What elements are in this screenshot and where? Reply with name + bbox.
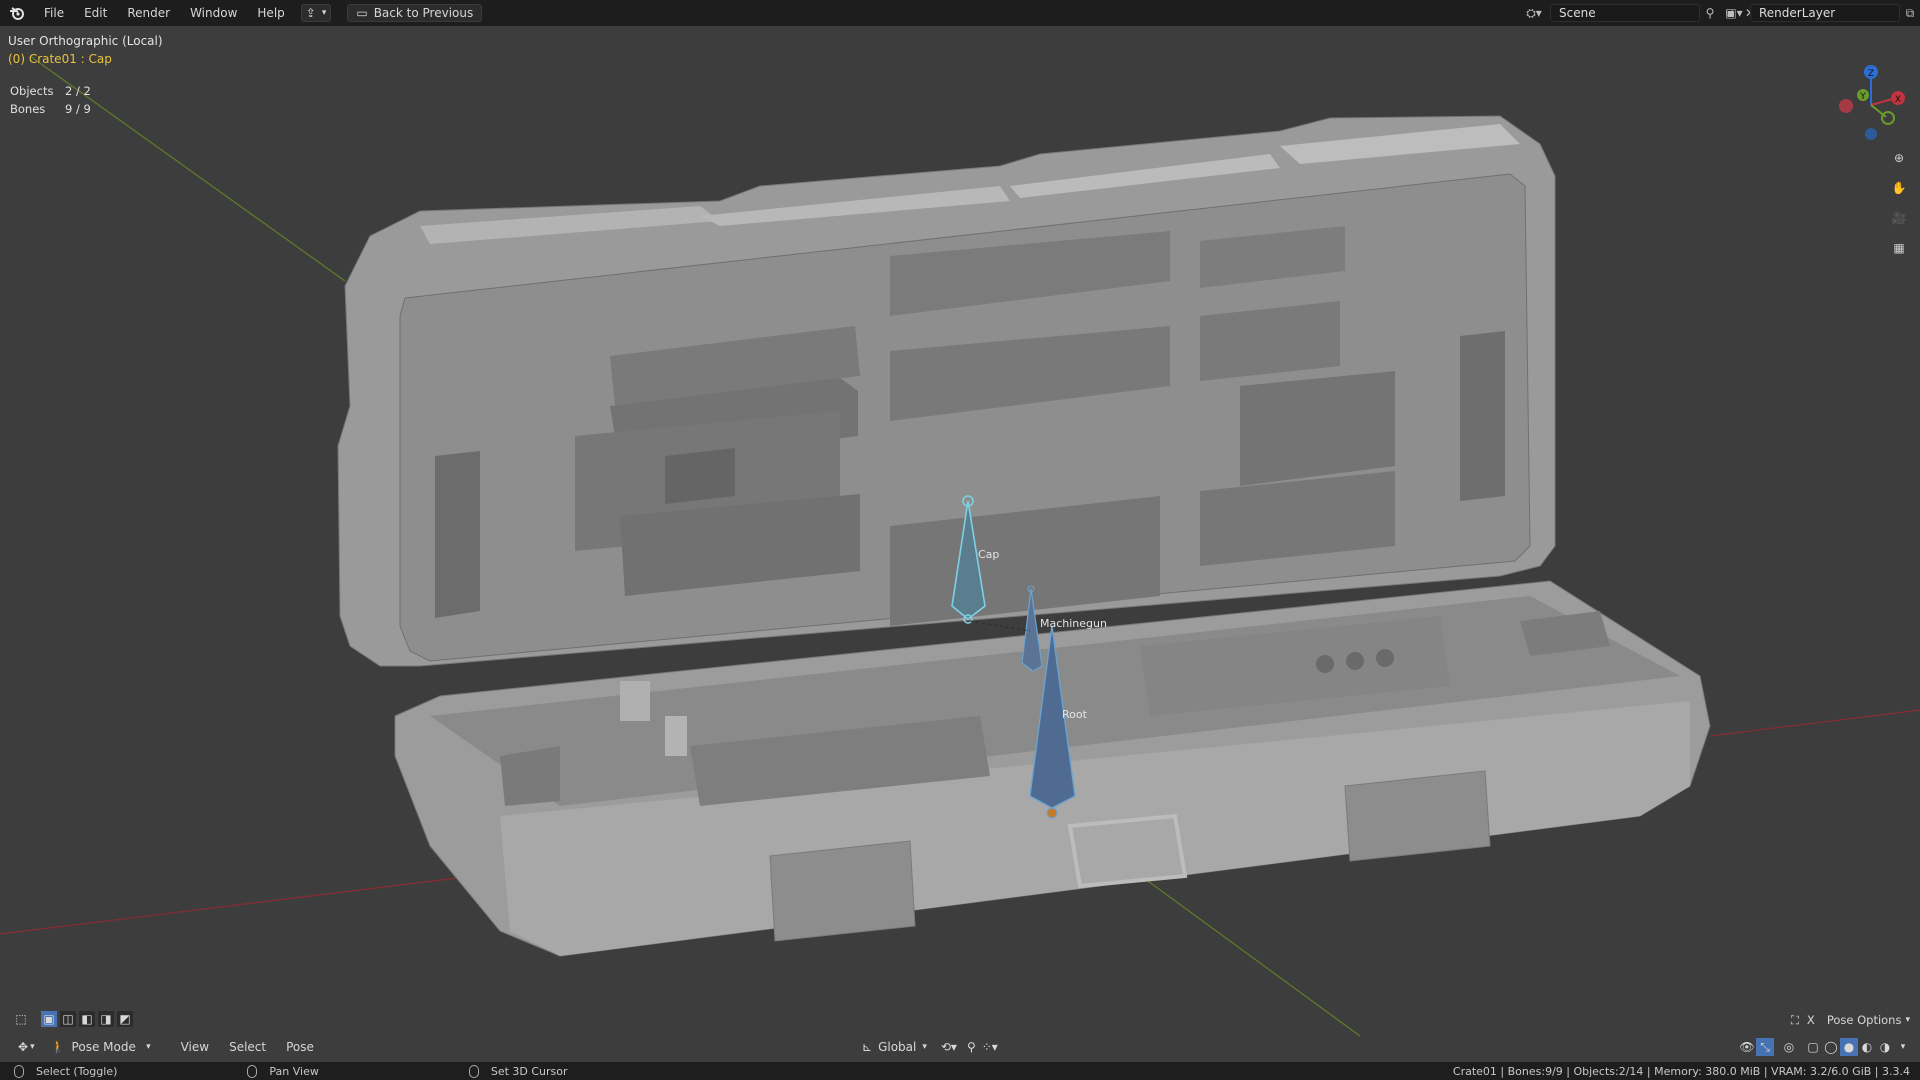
bone-label-machinegun: Machinegun <box>1040 617 1107 630</box>
solid-shading-icon[interactable]: ● <box>1840 1038 1858 1056</box>
new-view-layer-icon[interactable]: ⧉ <box>1900 4 1920 22</box>
navigation-gizmo[interactable]: Z X Y <box>1826 60 1916 150</box>
view-layer-field[interactable]: RenderLayer <box>1750 4 1900 22</box>
active-object-label: (0) Crate01 : Cap <box>8 52 112 66</box>
editor-type-button[interactable]: ✥ ▾ <box>12 1037 41 1057</box>
chevron-down-icon: ▾ <box>321 8 327 18</box>
orientation-dropdown[interactable]: Global <box>878 1040 916 1054</box>
hint-label: Select (Toggle) <box>36 1064 118 1078</box>
mode-selector[interactable]: 🚶 Pose Mode ▾ <box>45 1037 157 1057</box>
mouse-middle-icon <box>247 1064 258 1078</box>
upload-icon: ⇪ <box>305 6 316 20</box>
menu-window[interactable]: Window <box>180 0 247 26</box>
scene-name: Scene <box>1559 6 1596 20</box>
scene-icon[interactable]: ⛭▾ <box>1524 4 1544 22</box>
select-subtract-icon[interactable]: ◧ <box>78 1010 96 1028</box>
scene-name-field[interactable]: Scene <box>1550 4 1700 22</box>
stats-label: Objects <box>10 84 54 98</box>
gizmo-y-label: Y <box>1859 92 1866 102</box>
gizmo-toggle-icon[interactable]: ⤡ <box>1756 1038 1774 1056</box>
menu-render[interactable]: Render <box>117 0 180 26</box>
tool-select-icon[interactable]: ⬚ <box>12 1010 30 1028</box>
status-hint-pan: Pan View <box>247 1064 319 1078</box>
back-to-previous-label: Back to Previous <box>373 6 474 20</box>
orientation-icon: ⊾ <box>862 1040 873 1054</box>
view-layer-icon[interactable]: ▣▾ <box>1724 4 1744 22</box>
bone-label-cap: Cap <box>978 548 1000 561</box>
select-new-icon[interactable]: ▣ <box>40 1010 58 1028</box>
workspace-dropdown[interactable]: ⇪ ▾ <box>300 4 332 22</box>
stats-value: 9 / 9 <box>65 102 91 116</box>
menu-help[interactable]: Help <box>247 0 294 26</box>
statistics-overlay: Objects 2 / 2 Bones 9 / 9 <box>10 82 91 118</box>
overlay-icon[interactable]: ◎ <box>1780 1038 1798 1056</box>
menu-file[interactable]: File <box>34 0 74 26</box>
pose-options-area: ⛶ X Pose Options ▾ <box>1791 1011 1910 1029</box>
wireframe-shading-icon[interactable]: ◯ <box>1822 1038 1840 1056</box>
blender-logo-icon[interactable] <box>0 0 34 26</box>
3d-viewport[interactable]: User Orthographic (Local) (0) Crate01 : … <box>0 26 1920 1062</box>
gizmo-neg-z[interactable] <box>1865 128 1877 140</box>
zoom-icon[interactable]: ⊕ <box>1888 146 1910 170</box>
stats-value: 2 / 2 <box>65 84 91 98</box>
stats-label: Bones <box>10 102 46 116</box>
gizmo-z-label: Z <box>1868 69 1874 79</box>
navigation-tools: ⊕ ✋ 🎥 ▦ <box>1888 146 1910 266</box>
material-shading-icon[interactable]: ◐ <box>1858 1038 1876 1056</box>
xray-icon[interactable]: ▢ <box>1804 1038 1822 1056</box>
top-bar: File Edit Render Window Help ⇪ ▾ ▭ Back … <box>0 0 1920 26</box>
editor-type-icon: ✥ <box>18 1040 29 1054</box>
snap-target-icon[interactable]: ⁘▾ <box>982 1040 998 1054</box>
gizmo-x-label: X <box>1895 95 1901 105</box>
pose-mode-icon: 🚶 <box>50 1040 66 1054</box>
hint-label: Pan View <box>269 1064 319 1078</box>
pivot-icon[interactable]: ⟲▾ <box>941 1040 957 1054</box>
grid-icon[interactable]: ▦ <box>1888 236 1910 260</box>
transform-tools: ⊾ Global ▾ ⟲▾ ⚲ ⁘▾ <box>862 1037 998 1057</box>
menu-pose[interactable]: Pose <box>276 1034 324 1060</box>
mouse-left-icon <box>14 1064 24 1078</box>
chevron-down-icon[interactable]: ▾ <box>1894 1038 1912 1056</box>
menu-edit[interactable]: Edit <box>74 0 117 26</box>
select-intersect-icon[interactable]: ◩ <box>116 1010 134 1028</box>
shading-controls: 👁 ⤡ ◎ ▢ ◯ ● ◐ ◑ ▾ <box>1738 1037 1912 1057</box>
status-bar: Select (Toggle) Pan View Set 3D Cursor C… <box>0 1062 1920 1080</box>
hand-pan-icon[interactable]: ✋ <box>1888 176 1910 200</box>
camera-icon[interactable]: 🎥 <box>1888 206 1910 230</box>
stats-row-objects: Objects 2 / 2 <box>10 82 91 100</box>
snap-icon[interactable]: ⚲ <box>967 1040 976 1054</box>
back-to-previous-button[interactable]: ▭ Back to Previous <box>347 4 483 22</box>
mouse-right-icon <box>468 1064 479 1078</box>
rendered-shading-icon[interactable]: ◑ <box>1876 1038 1894 1056</box>
x-axis-line-right <box>1709 709 1920 737</box>
select-invert-icon[interactable]: ◨ <box>97 1010 115 1028</box>
stats-row-bones: Bones 9 / 9 <box>10 100 91 118</box>
pin-icon[interactable]: ⚲ <box>1700 4 1720 22</box>
mode-label: Pose Mode <box>71 1040 136 1054</box>
status-hint-select: Select (Toggle) <box>14 1064 118 1078</box>
x-axis-line <box>0 873 491 935</box>
hint-label: Set 3D Cursor <box>490 1064 568 1078</box>
menu-select[interactable]: Select <box>219 1034 276 1060</box>
view-layer-name: RenderLayer <box>1759 6 1836 20</box>
view-name: User Orthographic (Local) <box>8 34 163 48</box>
bone-label-root: Root <box>1062 708 1087 721</box>
scene-statistics: Crate01 | Bones:9/9 | Objects:2/14 | Mem… <box>1452 1064 1910 1078</box>
x-mirror-toggle[interactable]: X <box>1807 1013 1815 1027</box>
chevron-down-icon: ▾ <box>922 1042 927 1052</box>
mirror-icon[interactable]: ⛶ <box>1791 1013 1799 1028</box>
viewport-scene <box>0 55 1920 1037</box>
chevron-down-icon: ▾ <box>146 1042 151 1052</box>
menu-view[interactable]: View <box>171 1034 219 1060</box>
select-extend-icon[interactable]: ◫ <box>59 1010 77 1028</box>
crate-lid <box>337 115 1556 667</box>
visibility-icon[interactable]: 👁 <box>1738 1038 1756 1056</box>
gizmo-neg-x[interactable] <box>1839 99 1853 113</box>
chevron-down-icon: ▾ <box>30 1042 35 1052</box>
status-hint-cursor: Set 3D Cursor <box>468 1064 568 1078</box>
pose-options-dropdown[interactable]: Pose Options <box>1827 1013 1902 1027</box>
screen-icon: ▭ <box>356 6 368 20</box>
selection-mode-toolbar: ⬚ ▣ ◫ ◧ ◨ ◩ <box>12 1010 135 1028</box>
chevron-down-icon: ▾ <box>1905 1015 1910 1025</box>
